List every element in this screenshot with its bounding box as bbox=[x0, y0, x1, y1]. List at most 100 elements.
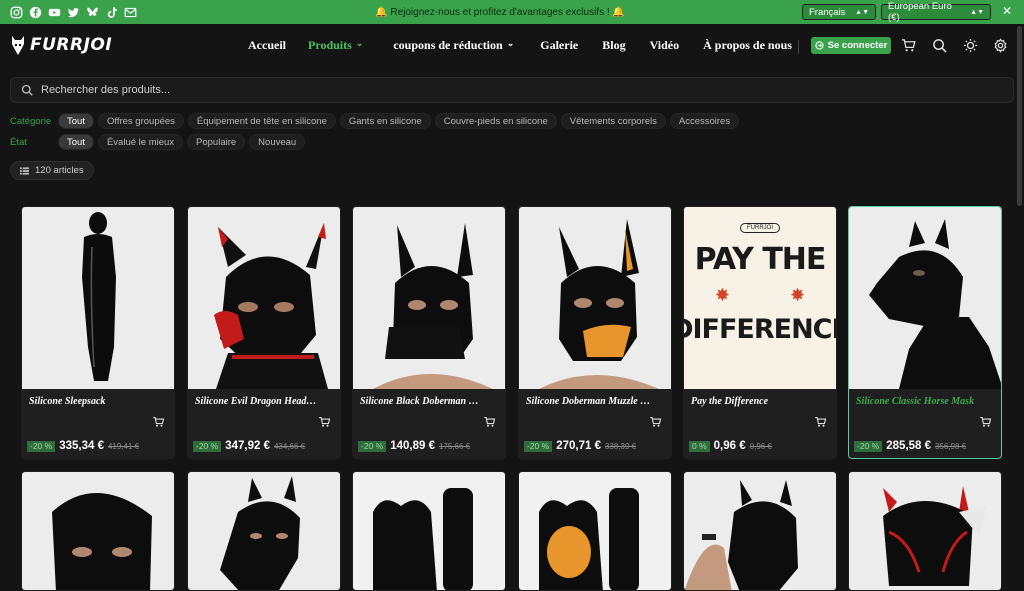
product-card[interactable] bbox=[848, 471, 1002, 591]
product-image bbox=[353, 472, 505, 590]
product-image bbox=[849, 472, 1001, 590]
star-icon: ✸ bbox=[790, 285, 806, 305]
tiktok-icon[interactable] bbox=[105, 6, 118, 19]
price-row: 0 % 0,96 € 0,96 € bbox=[689, 440, 772, 452]
product-price: 270,71 € bbox=[556, 440, 601, 452]
nav-menu: Accueil Produits ⌄ coupons de réduction … bbox=[248, 38, 792, 53]
cart-icon[interactable] bbox=[901, 38, 916, 53]
product-title[interactable]: Silicone Evil Dragon Headgear bbox=[195, 396, 320, 407]
search-input[interactable]: Rechercher des produits... bbox=[41, 84, 170, 96]
chevron-updown-icon: ▲▼ bbox=[855, 8, 869, 16]
category-chip-gloves[interactable]: Gants en silicone bbox=[339, 113, 431, 129]
price-row: -20 % 140,89 € 175,66 € bbox=[358, 440, 470, 452]
category-chip-headgear[interactable]: Équipement de tête en silicone bbox=[187, 113, 336, 129]
product-card[interactable] bbox=[21, 471, 175, 591]
product-image: FURRJOI PAY THE ✸✸ DIFFERENCE bbox=[684, 207, 836, 389]
product-price: 0,96 € bbox=[713, 440, 746, 452]
add-to-cart-icon[interactable] bbox=[979, 416, 992, 428]
state-chip-popular[interactable]: Populaire bbox=[187, 134, 246, 150]
nav-item-about[interactable]: À propos de nous bbox=[703, 38, 792, 53]
product-card[interactable] bbox=[352, 471, 506, 591]
product-title[interactable]: Silicone Black Doberman Muzzle... bbox=[360, 396, 485, 407]
category-chip-bodywear[interactable]: Vêtements corporels bbox=[560, 113, 666, 129]
product-price: 140,89 € bbox=[390, 440, 435, 452]
currency-select[interactable]: European Euro (€) ▲▼ bbox=[881, 1, 991, 23]
discount-badge: -20 % bbox=[358, 440, 387, 452]
product-card[interactable]: Silicone Evil Dragon Headgear -20 % 347,… bbox=[187, 206, 341, 459]
product-title[interactable]: Silicone Doberman Muzzle Dog ... bbox=[526, 396, 651, 407]
product-card[interactable]: FURRJOI PAY THE ✸✸ DIFFERENCE Pay the Di… bbox=[683, 206, 837, 459]
add-to-cart-icon[interactable] bbox=[649, 416, 662, 428]
price-row: -20 % 347,92 € 434,66 € bbox=[193, 440, 305, 452]
product-image bbox=[188, 207, 340, 389]
product-card[interactable]: Silicone Doberman Muzzle Dog ... -20 % 2… bbox=[518, 206, 672, 459]
product-card[interactable] bbox=[518, 471, 672, 591]
poster-badge: FURRJOI bbox=[740, 223, 780, 233]
add-to-cart-icon[interactable] bbox=[814, 416, 827, 428]
page-scrollbar[interactable] bbox=[1017, 26, 1022, 206]
mail-icon[interactable] bbox=[124, 6, 137, 19]
nav-item-home[interactable]: Accueil bbox=[248, 38, 286, 53]
product-search[interactable]: Rechercher des produits... bbox=[10, 77, 1014, 103]
category-filter: Catégorie Tout Offres groupées Équipemen… bbox=[10, 113, 740, 129]
close-icon[interactable]: ✕ bbox=[1002, 4, 1012, 18]
category-chip-bundles[interactable]: Offres groupées bbox=[97, 113, 184, 129]
product-price: 347,92 € bbox=[225, 440, 270, 452]
add-to-cart-icon[interactable] bbox=[152, 416, 165, 428]
nav-item-video[interactable]: Vidéo bbox=[650, 38, 680, 53]
promo-text: 🔔 Rejoignez-nous et profitez d'avantages… bbox=[375, 7, 625, 18]
product-card[interactable]: Silicone Classic Horse Mask -20 % 285,58… bbox=[848, 206, 1002, 459]
chevron-updown-icon: ▲▼ bbox=[970, 8, 984, 16]
product-price: 335,34 € bbox=[59, 440, 104, 452]
product-card[interactable] bbox=[187, 471, 341, 591]
product-image bbox=[684, 472, 836, 590]
poster-line-1: PAY THE bbox=[694, 242, 827, 277]
product-price: 285,58 € bbox=[886, 440, 931, 452]
instagram-icon[interactable] bbox=[10, 6, 23, 19]
product-image bbox=[22, 207, 174, 389]
product-image bbox=[22, 472, 174, 590]
original-price: 338,39 € bbox=[604, 441, 637, 451]
settings-icon[interactable] bbox=[993, 38, 1008, 53]
original-price: 0,96 € bbox=[749, 441, 772, 451]
category-chip-accessories[interactable]: Accessoires bbox=[669, 113, 740, 129]
original-price: 356,98 € bbox=[934, 441, 967, 451]
nav-item-coupons[interactable]: coupons de réduction bbox=[393, 38, 502, 53]
product-card[interactable]: Silicone Sleepsack -20 % 335,34 € 419,41… bbox=[21, 206, 175, 459]
nav-divider bbox=[798, 40, 799, 54]
state-chip-new[interactable]: Nouveau bbox=[249, 134, 306, 150]
product-title[interactable]: Pay the Difference bbox=[691, 396, 816, 407]
search-icon bbox=[21, 84, 33, 96]
chevron-down-icon[interactable]: ⌄ bbox=[507, 38, 515, 53]
language-value: Français bbox=[809, 6, 846, 18]
chevron-down-icon[interactable]: ⌄ bbox=[356, 38, 364, 53]
bluesky-icon[interactable] bbox=[86, 6, 99, 19]
category-chip-all[interactable]: Tout bbox=[58, 113, 94, 129]
star-decorations: ✸ ✸ bbox=[715, 285, 805, 306]
star-icon: ✸ bbox=[714, 285, 730, 305]
youtube-icon[interactable] bbox=[48, 6, 61, 19]
search-icon[interactable] bbox=[932, 38, 947, 53]
nav-item-blog[interactable]: Blog bbox=[602, 38, 625, 53]
add-to-cart-icon[interactable] bbox=[318, 416, 331, 428]
article-count[interactable]: 120 articles bbox=[10, 161, 94, 180]
product-title[interactable]: Silicone Sleepsack bbox=[29, 396, 154, 407]
theme-toggle-icon[interactable] bbox=[963, 38, 978, 53]
twitter-icon[interactable] bbox=[67, 6, 80, 19]
discount-badge: -20 % bbox=[524, 440, 553, 452]
login-button[interactable]: Se connecter bbox=[811, 37, 891, 54]
product-card[interactable]: Silicone Black Doberman Muzzle... -20 % … bbox=[352, 206, 506, 459]
category-chip-feet[interactable]: Couvre-pieds en silicone bbox=[434, 113, 557, 129]
language-select[interactable]: Français ▲▼ bbox=[802, 4, 876, 20]
product-title[interactable]: Silicone Classic Horse Mask bbox=[856, 396, 981, 407]
state-chip-top-rated[interactable]: Évalué le mieux bbox=[97, 134, 184, 150]
state-chip-all[interactable]: Tout bbox=[58, 134, 94, 150]
article-count-label: 120 articles bbox=[35, 165, 84, 176]
add-to-cart-icon[interactable] bbox=[483, 416, 496, 428]
product-card[interactable] bbox=[683, 471, 837, 591]
product-image bbox=[188, 472, 340, 590]
nav-item-products[interactable]: Produits bbox=[308, 38, 352, 53]
nav-item-gallery[interactable]: Galerie bbox=[540, 38, 578, 53]
facebook-icon[interactable] bbox=[29, 6, 42, 19]
site-logo[interactable]: FURRJOI bbox=[10, 34, 112, 56]
